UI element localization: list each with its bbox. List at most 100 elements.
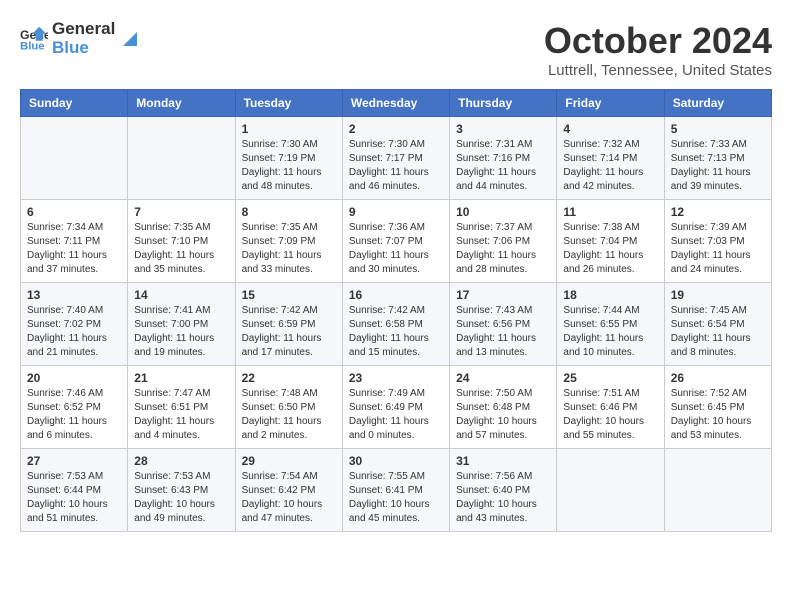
calendar-cell: 21 Sunrise: 7:47 AM Sunset: 6:51 PM Dayli… — [128, 366, 235, 449]
day-info: Sunrise: 7:54 AM Sunset: 6:42 PM Dayligh… — [242, 470, 336, 526]
day-info: Sunrise: 7:47 AM Sunset: 6:51 PM Dayligh… — [134, 387, 228, 443]
day-info: Sunrise: 7:38 AM Sunset: 7:04 PM Dayligh… — [563, 221, 657, 277]
logo-text-blue: Blue — [52, 39, 115, 58]
day-number: 20 — [27, 371, 121, 385]
day-info: Sunrise: 7:37 AM Sunset: 7:06 PM Dayligh… — [456, 221, 550, 277]
day-info: Sunrise: 7:44 AM Sunset: 6:55 PM Dayligh… — [563, 304, 657, 360]
calendar-cell: 27 Sunrise: 7:53 AM Sunset: 6:44 PM Dayli… — [21, 449, 128, 532]
calendar-cell: 25 Sunrise: 7:51 AM Sunset: 6:46 PM Dayli… — [557, 366, 664, 449]
day-number: 18 — [563, 288, 657, 302]
day-number: 27 — [27, 454, 121, 468]
calendar-week-row-2: 6 Sunrise: 7:34 AM Sunset: 7:11 PM Daylig… — [21, 200, 772, 283]
day-info: Sunrise: 7:52 AM Sunset: 6:45 PM Dayligh… — [671, 387, 765, 443]
logo-icon: General Blue — [20, 25, 48, 53]
calendar-body: 1Sunrise: 7:30 AM Sunset: 7:19 PM Daylig… — [21, 117, 772, 532]
day-number: 14 — [134, 288, 228, 302]
location-text: Luttrell, Tennessee, United States — [544, 62, 772, 79]
day-number: 15 — [242, 288, 336, 302]
day-info: Sunrise: 7:51 AM Sunset: 6:46 PM Dayligh… — [563, 387, 657, 443]
day-info: Sunrise: 7:33 AM Sunset: 7:13 PM Dayligh… — [671, 138, 765, 194]
day-number: 22 — [242, 371, 336, 385]
calendar-cell: 12 Sunrise: 7:39 AM Sunset: 7:03 PM Dayli… — [664, 200, 771, 283]
day-info: Sunrise: 7:45 AM Sunset: 6:54 PM Dayligh… — [671, 304, 765, 360]
calendar-cell: 15 Sunrise: 7:42 AM Sunset: 6:59 PM Dayli… — [235, 283, 342, 366]
day-number: 17 — [456, 288, 550, 302]
day-info: Sunrise: 7:35 AM Sunset: 7:10 PM Dayligh… — [134, 221, 228, 277]
day-info: Sunrise: 7:48 AM Sunset: 6:50 PM Dayligh… — [242, 387, 336, 443]
day-number: 9 — [349, 205, 443, 219]
calendar-week-row-4: 20Sunrise: 7:46 AM Sunset: 6:52 PM Dayli… — [21, 366, 772, 449]
calendar-cell: 8 Sunrise: 7:35 AM Sunset: 7:09 PM Daylig… — [235, 200, 342, 283]
day-number: 1 — [242, 122, 336, 136]
calendar-cell — [557, 449, 664, 532]
calendar-cell: 28Sunrise: 7:53 AM Sunset: 6:43 PM Dayli… — [128, 449, 235, 532]
calendar-cell — [128, 117, 235, 200]
calendar-table: SundayMondayTuesdayWednesdayThursdayFrid… — [20, 89, 772, 532]
day-number: 24 — [456, 371, 550, 385]
calendar-cell: 4 Sunrise: 7:32 AM Sunset: 7:14 PM Daylig… — [557, 117, 664, 200]
day-info: Sunrise: 7:41 AM Sunset: 7:00 PM Dayligh… — [134, 304, 228, 360]
logo: General Blue General Blue — [20, 20, 141, 57]
weekday-header-monday: Monday — [128, 90, 235, 117]
day-number: 8 — [242, 205, 336, 219]
weekday-header-row: SundayMondayTuesdayWednesdayThursdayFrid… — [21, 90, 772, 117]
day-info: Sunrise: 7:43 AM Sunset: 6:56 PM Dayligh… — [456, 304, 550, 360]
day-number: 30 — [349, 454, 443, 468]
weekday-header-tuesday: Tuesday — [235, 90, 342, 117]
weekday-header-saturday: Saturday — [664, 90, 771, 117]
calendar-cell: 7 Sunrise: 7:35 AM Sunset: 7:10 PM Daylig… — [128, 200, 235, 283]
title-block: October 2024 Luttrell, Tennessee, United… — [544, 20, 772, 79]
day-number: 16 — [349, 288, 443, 302]
day-number: 4 — [563, 122, 657, 136]
calendar-cell: 5 Sunrise: 7:33 AM Sunset: 7:13 PM Daylig… — [664, 117, 771, 200]
calendar-cell: 24 Sunrise: 7:50 AM Sunset: 6:48 PM Dayli… — [450, 366, 557, 449]
day-info: Sunrise: 7:31 AM Sunset: 7:16 PM Dayligh… — [456, 138, 550, 194]
calendar-cell: 18 Sunrise: 7:44 AM Sunset: 6:55 PM Dayli… — [557, 283, 664, 366]
weekday-header-wednesday: Wednesday — [342, 90, 449, 117]
day-number: 7 — [134, 205, 228, 219]
calendar-cell: 22 Sunrise: 7:48 AM Sunset: 6:50 PM Dayli… — [235, 366, 342, 449]
calendar-cell: 14 Sunrise: 7:41 AM Sunset: 7:00 PM Dayli… — [128, 283, 235, 366]
calendar-cell: 19Sunrise: 7:45 AM Sunset: 6:54 PM Dayli… — [664, 283, 771, 366]
day-info: Sunrise: 7:42 AM Sunset: 6:59 PM Dayligh… — [242, 304, 336, 360]
calendar-cell: 11 Sunrise: 7:38 AM Sunset: 7:04 PM Dayli… — [557, 200, 664, 283]
day-number: 12 — [671, 205, 765, 219]
calendar-header: SundayMondayTuesdayWednesdayThursdayFrid… — [21, 90, 772, 117]
calendar-cell: 31Sunrise: 7:56 AM Sunset: 6:40 PM Dayli… — [450, 449, 557, 532]
day-info: Sunrise: 7:50 AM Sunset: 6:48 PM Dayligh… — [456, 387, 550, 443]
day-info: Sunrise: 7:35 AM Sunset: 7:09 PM Dayligh… — [242, 221, 336, 277]
calendar-cell: 29 Sunrise: 7:54 AM Sunset: 6:42 PM Dayli… — [235, 449, 342, 532]
day-info: Sunrise: 7:53 AM Sunset: 6:44 PM Dayligh… — [27, 470, 121, 526]
day-number: 5 — [671, 122, 765, 136]
calendar-cell: 6 Sunrise: 7:34 AM Sunset: 7:11 PM Daylig… — [21, 200, 128, 283]
calendar-cell: 2Sunrise: 7:30 AM Sunset: 7:17 PM Daylig… — [342, 117, 449, 200]
weekday-header-friday: Friday — [557, 90, 664, 117]
day-number: 29 — [242, 454, 336, 468]
day-number: 10 — [456, 205, 550, 219]
day-info: Sunrise: 7:36 AM Sunset: 7:07 PM Dayligh… — [349, 221, 443, 277]
page-header: General Blue General Blue October 2024 L… — [20, 20, 772, 79]
day-info: Sunrise: 7:32 AM Sunset: 7:14 PM Dayligh… — [563, 138, 657, 194]
day-number: 11 — [563, 205, 657, 219]
day-number: 21 — [134, 371, 228, 385]
day-info: Sunrise: 7:34 AM Sunset: 7:11 PM Dayligh… — [27, 221, 121, 277]
weekday-header-thursday: Thursday — [450, 90, 557, 117]
day-number: 23 — [349, 371, 443, 385]
day-number: 31 — [456, 454, 550, 468]
day-number: 6 — [27, 205, 121, 219]
day-number: 26 — [671, 371, 765, 385]
day-info: Sunrise: 7:55 AM Sunset: 6:41 PM Dayligh… — [349, 470, 443, 526]
day-info: Sunrise: 7:39 AM Sunset: 7:03 PM Dayligh… — [671, 221, 765, 277]
calendar-cell: 10 Sunrise: 7:37 AM Sunset: 7:06 PM Dayli… — [450, 200, 557, 283]
calendar-cell: 16Sunrise: 7:42 AM Sunset: 6:58 PM Dayli… — [342, 283, 449, 366]
day-info: Sunrise: 7:53 AM Sunset: 6:43 PM Dayligh… — [134, 470, 228, 526]
calendar-cell: 3 Sunrise: 7:31 AM Sunset: 7:16 PM Daylig… — [450, 117, 557, 200]
day-number: 3 — [456, 122, 550, 136]
svg-text:Blue: Blue — [20, 40, 45, 52]
calendar-cell: 20Sunrise: 7:46 AM Sunset: 6:52 PM Dayli… — [21, 366, 128, 449]
calendar-cell: 13Sunrise: 7:40 AM Sunset: 7:02 PM Dayli… — [21, 283, 128, 366]
day-info: Sunrise: 7:30 AM Sunset: 7:17 PM Dayligh… — [349, 138, 443, 194]
day-number: 25 — [563, 371, 657, 385]
calendar-cell — [664, 449, 771, 532]
day-info: Sunrise: 7:49 AM Sunset: 6:49 PM Dayligh… — [349, 387, 443, 443]
